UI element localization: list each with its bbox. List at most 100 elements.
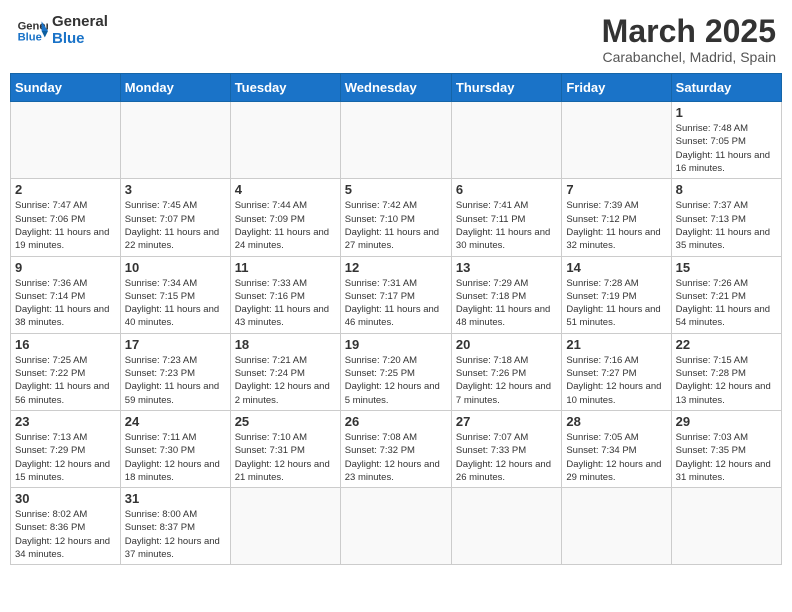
day-cell-12: 12Sunrise: 7:31 AMSunset: 7:17 PMDayligh… — [340, 256, 451, 333]
day-cell-5: 5 Sunrise: 7:42 AMSunset: 7:10 PMDaylight… — [340, 179, 451, 256]
empty-cell — [11, 102, 121, 179]
day-number-3: 3 — [125, 182, 226, 197]
location: Carabanchel, Madrid, Spain — [602, 49, 776, 65]
day-cell-22: 22 Sunrise: 7:15 AMSunset: 7:28 PMDayligh… — [671, 333, 781, 410]
logo-icon: General Blue — [16, 15, 48, 47]
day-cell-30: 30 Sunrise: 8:02 AMSunset: 8:36 PMDayligh… — [11, 488, 121, 565]
day-cell-23: 23 Sunrise: 7:13 AMSunset: 7:29 PMDayligh… — [11, 410, 121, 487]
empty-cell — [671, 488, 781, 565]
day-number-31: 31 — [125, 491, 226, 506]
empty-cell — [340, 488, 451, 565]
day-number-7: 7 — [566, 182, 666, 197]
day-info-27: Sunrise: 7:07 AMSunset: 7:33 PMDaylight:… — [456, 431, 557, 484]
calendar-row-1: 1 Sunrise: 7:48 AMSunset: 7:05 PMDaylight… — [11, 102, 782, 179]
day-number-17: 17 — [125, 337, 226, 352]
day-info-10: Sunrise: 7:34 AMSunset: 7:15 PMDaylight:… — [125, 277, 226, 330]
logo-text-general: General — [52, 14, 108, 31]
header-saturday: Saturday — [671, 74, 781, 102]
day-cell-17: 17 Sunrise: 7:23 AMSunset: 7:23 PMDayligh… — [120, 333, 230, 410]
day-info-1: Sunrise: 7:48 AMSunset: 7:05 PMDaylight:… — [676, 122, 777, 175]
empty-cell — [562, 488, 671, 565]
day-number-10: 10 — [125, 260, 226, 275]
calendar-row-2: 2 Sunrise: 7:47 AMSunset: 7:06 PMDaylight… — [11, 179, 782, 256]
day-number-15: 15 — [676, 260, 777, 275]
day-number-23: 23 — [15, 414, 116, 429]
calendar-table: Sunday Monday Tuesday Wednesday Thursday… — [10, 73, 782, 565]
day-info-18: Sunrise: 7:21 AMSunset: 7:24 PMDaylight:… — [235, 354, 336, 407]
day-info-2: Sunrise: 7:47 AMSunset: 7:06 PMDaylight:… — [15, 199, 116, 252]
day-info-9: Sunrise: 7:36 AMSunset: 7:14 PMDaylight:… — [15, 277, 116, 330]
empty-cell — [451, 102, 561, 179]
empty-cell — [230, 102, 340, 179]
day-number-2: 2 — [15, 182, 116, 197]
day-cell-7: 7Sunrise: 7:39 AMSunset: 7:12 PMDaylight… — [562, 179, 671, 256]
day-number-28: 28 — [566, 414, 666, 429]
svg-text:Blue: Blue — [18, 31, 42, 43]
header-tuesday: Tuesday — [230, 74, 340, 102]
calendar-row-4: 16 Sunrise: 7:25 AMSunset: 7:22 PMDayligh… — [11, 333, 782, 410]
day-info-25: Sunrise: 7:10 AMSunset: 7:31 PMDaylight:… — [235, 431, 336, 484]
day-cell-16: 16 Sunrise: 7:25 AMSunset: 7:22 PMDayligh… — [11, 333, 121, 410]
day-number-16: 16 — [15, 337, 116, 352]
day-info-4: Sunrise: 7:44 AMSunset: 7:09 PMDaylight:… — [235, 199, 336, 252]
day-number-6: 6 — [456, 182, 557, 197]
page-header: General Blue General Blue March 2025 Car… — [10, 10, 782, 69]
day-cell-4: 4 Sunrise: 7:44 AMSunset: 7:09 PMDaylight… — [230, 179, 340, 256]
day-info-21: Sunrise: 7:16 AMSunset: 7:27 PMDaylight:… — [566, 354, 666, 407]
day-number-18: 18 — [235, 337, 336, 352]
day-info-26: Sunrise: 7:08 AMSunset: 7:32 PMDaylight:… — [345, 431, 447, 484]
day-number-27: 27 — [456, 414, 557, 429]
day-number-1: 1 — [676, 105, 777, 120]
day-info-3: Sunrise: 7:45 AMSunset: 7:07 PMDaylight:… — [125, 199, 226, 252]
day-info-31: Sunrise: 8:00 AMSunset: 8:37 PMDaylight:… — [125, 508, 226, 561]
day-number-12: 12 — [345, 260, 447, 275]
day-info-6: Sunrise: 7:41 AMSunset: 7:11 PMDaylight:… — [456, 199, 557, 252]
day-number-14: 14 — [566, 260, 666, 275]
day-number-11: 11 — [235, 260, 336, 275]
day-number-19: 19 — [345, 337, 447, 352]
day-cell-14: 14 Sunrise: 7:28 AMSunset: 7:19 PMDayligh… — [562, 256, 671, 333]
day-number-4: 4 — [235, 182, 336, 197]
logo: General Blue General Blue — [16, 14, 108, 47]
day-number-9: 9 — [15, 260, 116, 275]
day-info-23: Sunrise: 7:13 AMSunset: 7:29 PMDaylight:… — [15, 431, 116, 484]
day-number-25: 25 — [235, 414, 336, 429]
header-wednesday: Wednesday — [340, 74, 451, 102]
empty-cell — [120, 102, 230, 179]
calendar-row-3: 9 Sunrise: 7:36 AMSunset: 7:14 PMDaylight… — [11, 256, 782, 333]
day-info-17: Sunrise: 7:23 AMSunset: 7:23 PMDaylight:… — [125, 354, 226, 407]
day-cell-15: 15 Sunrise: 7:26 AMSunset: 7:21 PMDayligh… — [671, 256, 781, 333]
day-info-29: Sunrise: 7:03 AMSunset: 7:35 PMDaylight:… — [676, 431, 777, 484]
day-cell-26: 26Sunrise: 7:08 AMSunset: 7:32 PMDayligh… — [340, 410, 451, 487]
day-info-8: Sunrise: 7:37 AMSunset: 7:13 PMDaylight:… — [676, 199, 777, 252]
day-cell-2: 2 Sunrise: 7:47 AMSunset: 7:06 PMDaylight… — [11, 179, 121, 256]
day-info-5: Sunrise: 7:42 AMSunset: 7:10 PMDaylight:… — [345, 199, 447, 252]
day-info-19: Sunrise: 7:20 AMSunset: 7:25 PMDaylight:… — [345, 354, 447, 407]
day-cell-18: 18 Sunrise: 7:21 AMSunset: 7:24 PMDayligh… — [230, 333, 340, 410]
day-cell-28: 28Sunrise: 7:05 AMSunset: 7:34 PMDayligh… — [562, 410, 671, 487]
day-number-22: 22 — [676, 337, 777, 352]
day-number-5: 5 — [345, 182, 447, 197]
header-friday: Friday — [562, 74, 671, 102]
day-number-8: 8 — [676, 182, 777, 197]
day-info-11: Sunrise: 7:33 AMSunset: 7:16 PMDaylight:… — [235, 277, 336, 330]
day-cell-6: 6 Sunrise: 7:41 AMSunset: 7:11 PMDaylight… — [451, 179, 561, 256]
day-cell-19: 19 Sunrise: 7:20 AMSunset: 7:25 PMDayligh… — [340, 333, 451, 410]
day-cell-3: 3 Sunrise: 7:45 AMSunset: 7:07 PMDaylight… — [120, 179, 230, 256]
day-cell-13: 13Sunrise: 7:29 AMSunset: 7:18 PMDayligh… — [451, 256, 561, 333]
day-number-21: 21 — [566, 337, 666, 352]
day-cell-24: 24Sunrise: 7:11 AMSunset: 7:30 PMDayligh… — [120, 410, 230, 487]
day-info-14: Sunrise: 7:28 AMSunset: 7:19 PMDaylight:… — [566, 277, 666, 330]
day-info-22: Sunrise: 7:15 AMSunset: 7:28 PMDaylight:… — [676, 354, 777, 407]
day-number-13: 13 — [456, 260, 557, 275]
empty-cell — [451, 488, 561, 565]
day-info-30: Sunrise: 8:02 AMSunset: 8:36 PMDaylight:… — [15, 508, 116, 561]
day-info-15: Sunrise: 7:26 AMSunset: 7:21 PMDaylight:… — [676, 277, 777, 330]
day-info-16: Sunrise: 7:25 AMSunset: 7:22 PMDaylight:… — [15, 354, 116, 407]
day-cell-27: 27 Sunrise: 7:07 AMSunset: 7:33 PMDayligh… — [451, 410, 561, 487]
day-cell-1: 1 Sunrise: 7:48 AMSunset: 7:05 PMDaylight… — [671, 102, 781, 179]
empty-cell — [562, 102, 671, 179]
day-cell-9: 9 Sunrise: 7:36 AMSunset: 7:14 PMDaylight… — [11, 256, 121, 333]
empty-cell — [340, 102, 451, 179]
day-number-30: 30 — [15, 491, 116, 506]
